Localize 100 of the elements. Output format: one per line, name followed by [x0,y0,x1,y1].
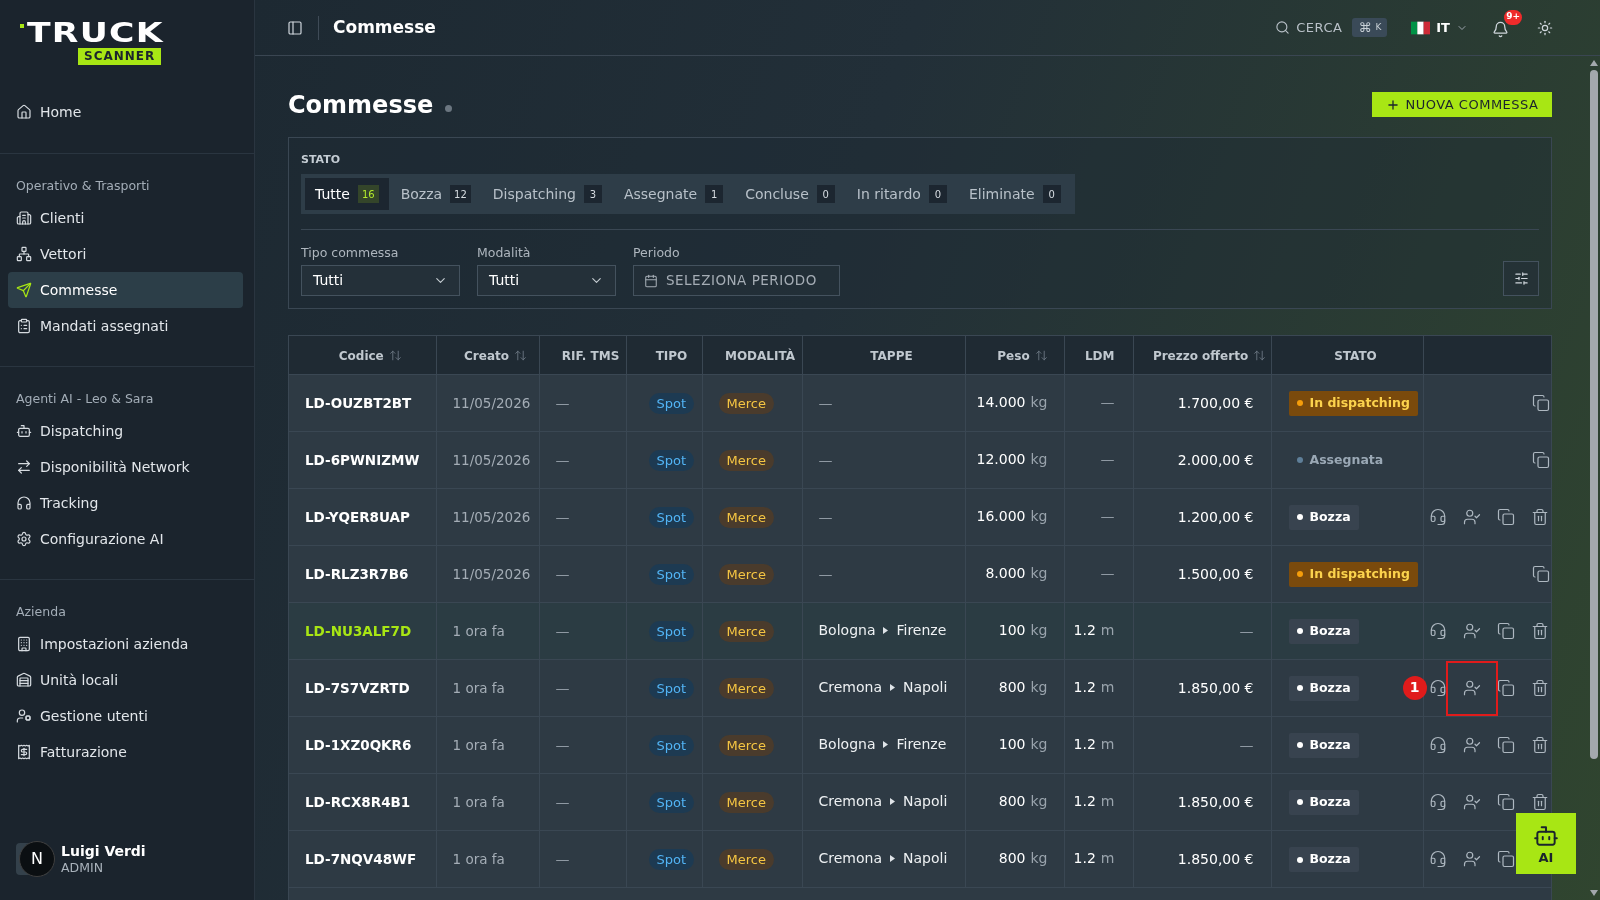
ldm-value: 1.2 [1073,792,1096,811]
headset-button[interactable] [1428,621,1447,640]
status-tab[interactable]: Eliminate 0 [958,178,1071,210]
column-header: RIF. TMS [561,347,620,365]
mode-tag: Merce [718,392,774,414]
order-code[interactable]: LD-RCX8R4B1 [305,793,411,810]
nav-item[interactable]: Configurazione AI [8,521,243,557]
search-button[interactable]: CERCA [1275,17,1343,38]
order-code[interactable]: LD-6PWNIZMW [305,451,420,468]
language-selector[interactable]: IT [1411,17,1468,38]
copy-icon [1496,792,1515,811]
status-tab[interactable]: In ritardo 0 [846,178,957,210]
user-check-icon [1462,792,1481,811]
copy-button[interactable] [1496,621,1515,640]
copy-button[interactable] [1496,507,1515,526]
scrollbar-thumb[interactable] [1590,70,1598,759]
copy-button[interactable] [1496,792,1515,811]
unit-label: kg [1030,621,1048,640]
scroll-down-icon[interactable] [1590,890,1598,896]
order-code[interactable]: LD-NU3ALF7D [305,622,412,639]
status-label: Bozza [1309,850,1351,869]
status-tab[interactable]: Concluse 0 [735,178,845,210]
assign-user-button[interactable] [1462,621,1481,640]
copy-button[interactable] [1496,678,1515,697]
headset-button[interactable] [1428,735,1447,754]
status-tab[interactable]: Dispatching 3 [482,178,612,210]
unit-label: kg [1030,678,1048,697]
robot-icon [1533,823,1559,849]
weight-value: 8.000 [985,564,1026,583]
scroll-up-icon[interactable] [1590,60,1598,66]
price-value: 1.850,00 € [1177,850,1254,867]
assign-user-button[interactable] [1462,678,1481,697]
calendar-icon [644,273,658,288]
nav-item[interactable]: Vettori [8,236,243,272]
assign-user-button[interactable] [1462,849,1481,868]
nav-item[interactable]: Clienti [8,200,243,236]
headset-button[interactable] [1428,678,1447,697]
status-label: Bozza [1309,735,1351,754]
assign-user-button[interactable] [1462,735,1481,754]
copy-button[interactable] [1532,393,1550,412]
copy-button[interactable] [1532,564,1550,583]
delete-button[interactable] [1530,678,1549,697]
unit-label: m [1100,849,1115,869]
headset-icon [1428,792,1447,811]
delete-button[interactable] [1530,621,1549,640]
notifications-button[interactable]: 9+ [1492,9,1522,38]
order-code[interactable]: LD-7S7VZRTD [305,679,410,696]
route-stop: Bologna [818,621,876,640]
annotation-frame [1445,660,1498,716]
headset-button[interactable] [1428,849,1447,868]
copy-icon [1532,450,1550,469]
copy-icon [1496,507,1515,526]
nav-item[interactable]: Home [8,94,243,130]
copy-button[interactable] [1496,735,1515,754]
headset-button[interactable] [1428,507,1447,526]
nav-item[interactable]: Dispatching [8,413,243,449]
delete-button[interactable] [1530,507,1549,526]
column-header: STATO [1334,347,1377,365]
nav-item[interactable]: Tracking [8,485,243,521]
flag-icon [1411,20,1431,35]
copy-button[interactable] [1532,450,1550,469]
select-field[interactable]: Tutti [301,265,460,296]
status-tab[interactable]: Bozza 12 [390,178,481,210]
order-code[interactable]: LD-1XZ0QKR6 [305,736,412,753]
nav-item[interactable]: Fatturazione [8,734,243,770]
filter-settings-button[interactable] [1503,261,1539,296]
shortcut-hint: ⌘ K [1352,18,1388,37]
sidebar-toggle-button[interactable] [286,18,304,37]
order-code[interactable]: LD-OUZBT2BT [305,394,412,411]
date-range-field[interactable]: SELEZIONA PERIODO [633,265,840,296]
nav-item[interactable]: Commesse [8,272,243,308]
headset-button[interactable] [1428,792,1447,811]
placeholder-dash: — [555,451,570,468]
delete-button[interactable] [1530,735,1549,754]
copy-button[interactable] [1496,849,1515,868]
type-tag: Spot [648,734,695,756]
copy-icon [1532,564,1550,583]
assign-user-button[interactable] [1462,507,1481,526]
copy-icon [1496,849,1515,868]
placeholder-dash: — [1100,393,1115,412]
status-tab[interactable]: Tutte 16 [305,178,389,210]
new-order-button[interactable]: NUOVA COMMESSA [1372,92,1552,117]
status-label: Bozza [1309,792,1351,811]
order-code[interactable]: LD-RLZ3R7B6 [305,565,409,582]
assign-user-button[interactable] [1462,792,1481,811]
select-field[interactable]: Tutti [477,265,616,296]
nav-item[interactable]: Mandati assegnati [8,308,243,344]
unit-label: m [1100,678,1115,697]
nav-item[interactable]: Unità locali [8,662,243,698]
nav-item[interactable]: Disponibilità Network [8,449,243,485]
ai-assistant-button[interactable]: AI [1516,813,1576,874]
delete-button[interactable] [1530,792,1549,811]
order-code[interactable]: LD-YQER8UAP [305,508,410,525]
mode-tag: Merce [718,506,774,528]
nav-item[interactable]: Impostazioni azienda [8,626,243,662]
theme-toggle-button[interactable] [1536,18,1554,37]
order-code[interactable]: LD-7NQV48WF [305,850,417,867]
bell-icon [1492,20,1509,38]
nav-item[interactable]: Gestione utenti [8,698,243,734]
status-tab[interactable]: Assegnate 1 [613,178,734,210]
